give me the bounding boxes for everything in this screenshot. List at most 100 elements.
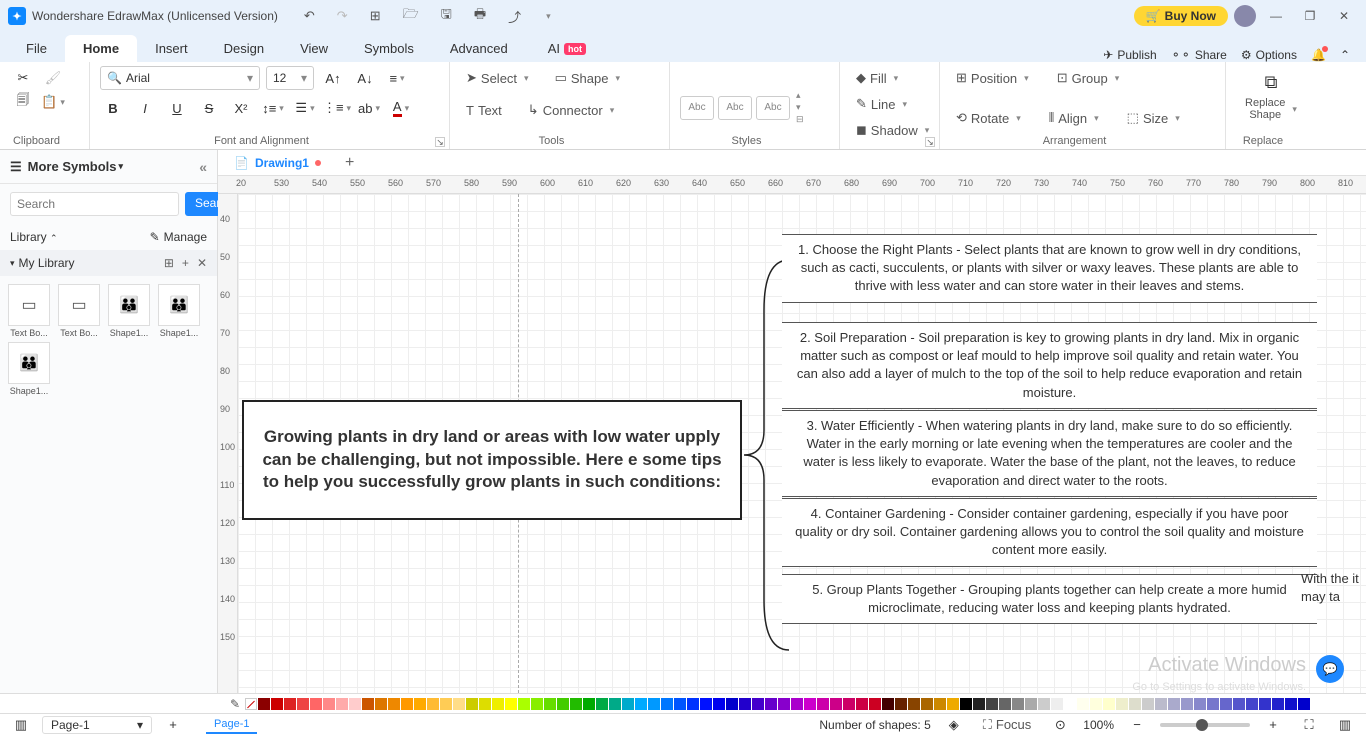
cut-button[interactable]: ✂	[10, 66, 36, 90]
collapse-sidebar-button[interactable]: «	[199, 159, 207, 175]
color-swatch[interactable]	[700, 698, 712, 710]
paste-button[interactable]: 📋	[40, 90, 66, 114]
color-swatch[interactable]	[986, 698, 998, 710]
color-swatch[interactable]	[557, 698, 569, 710]
color-swatch[interactable]	[479, 698, 491, 710]
color-swatch[interactable]	[1051, 698, 1063, 710]
color-swatch[interactable]	[1220, 698, 1232, 710]
color-swatch[interactable]	[713, 698, 725, 710]
styles-more-button[interactable]: ⊟	[796, 114, 804, 125]
tip-box-3[interactable]: 3. Water Efficiently - When watering pla…	[782, 410, 1317, 497]
presentation-button[interactable]: ▥	[1332, 713, 1358, 737]
new-button[interactable]: ⊞	[364, 1, 387, 31]
export-button[interactable]: ⤴	[502, 1, 527, 31]
color-swatch[interactable]	[687, 698, 699, 710]
style-preset-2[interactable]: Abc	[718, 96, 752, 120]
color-swatch[interactable]	[583, 698, 595, 710]
rotate-button[interactable]: ⟲ Rotate	[950, 106, 1027, 130]
color-swatch[interactable]	[921, 698, 933, 710]
focus-mode-button[interactable]: ⛶ Focus	[977, 713, 1038, 737]
menu-symbols[interactable]: Symbols	[346, 35, 432, 62]
color-swatch[interactable]	[804, 698, 816, 710]
font-name-select[interactable]: 🔍Arial▾	[100, 66, 260, 90]
color-swatch[interactable]	[1233, 698, 1245, 710]
shape-thumb[interactable]: ▭Text Bo...	[6, 284, 52, 338]
color-swatch[interactable]	[544, 698, 556, 710]
bullets-button[interactable]: ☰	[292, 96, 318, 120]
fill-button[interactable]: ◆ Fill	[850, 66, 929, 90]
style-preset-1[interactable]: Abc	[680, 96, 714, 120]
position-button[interactable]: ⊞ Position	[950, 66, 1035, 90]
italic-button[interactable]: I	[132, 96, 158, 120]
strike-button[interactable]: S	[196, 96, 222, 120]
shadow-button[interactable]: ◼ Shadow	[850, 118, 929, 142]
my-library-header[interactable]: ▾My Library ⊞ + ✕	[0, 250, 217, 276]
color-swatch[interactable]	[349, 698, 361, 710]
copy-button[interactable]: 🗐	[10, 90, 36, 114]
menu-file[interactable]: File	[8, 35, 65, 62]
document-tab[interactable]: 📄 Drawing1	[224, 153, 331, 173]
color-swatch[interactable]	[1025, 698, 1037, 710]
color-swatch[interactable]	[1259, 698, 1271, 710]
close-button[interactable]: ✕	[1330, 9, 1358, 23]
user-avatar[interactable]	[1234, 5, 1256, 27]
menu-home[interactable]: Home	[65, 35, 137, 62]
color-swatch[interactable]	[401, 698, 413, 710]
menu-insert[interactable]: Insert	[137, 35, 206, 62]
color-swatch[interactable]	[830, 698, 842, 710]
lib-add-button[interactable]: +	[182, 256, 189, 270]
text-tool-button[interactable]: T Text	[460, 99, 508, 122]
color-swatch[interactable]	[1090, 698, 1102, 710]
styles-down-button[interactable]: ▾	[796, 102, 804, 113]
notifications-button[interactable]: 🔔	[1311, 48, 1326, 62]
line-spacing-button[interactable]: ↕≡	[260, 96, 286, 120]
align-shapes-button[interactable]: ⫴ Align	[1043, 106, 1105, 130]
color-swatch[interactable]	[622, 698, 634, 710]
color-swatch[interactable]	[1155, 698, 1167, 710]
menu-advanced[interactable]: Advanced	[432, 35, 526, 62]
shape-thumb[interactable]: 👪Shape1...	[156, 284, 202, 338]
highlight-button[interactable]: ab	[356, 96, 382, 120]
format-painter-button[interactable]: 🖌	[40, 66, 66, 90]
styles-up-button[interactable]: ▴	[796, 90, 804, 101]
tip-box-4[interactable]: 4. Container Gardening - Consider contai…	[782, 498, 1317, 567]
fit-page-button[interactable]: ⛶	[1296, 713, 1322, 737]
undo-button[interactable]: ↶	[298, 1, 321, 31]
color-swatch[interactable]	[336, 698, 348, 710]
options-button[interactable]: ⚙Options	[1241, 48, 1297, 62]
shape-thumb[interactable]: 👪Shape1...	[106, 284, 152, 338]
no-color-swatch[interactable]	[245, 698, 257, 710]
font-expand-button[interactable]: ↘	[435, 137, 445, 147]
page-select[interactable]: Page-1▾	[42, 716, 152, 734]
color-swatch[interactable]	[726, 698, 738, 710]
size-button[interactable]: ⬚ Size	[1121, 106, 1186, 130]
zoom-out-button[interactable]: −	[1124, 713, 1150, 737]
canvas-body[interactable]: 405060708090100110120130140150 Growing p…	[218, 194, 1366, 693]
color-swatch[interactable]	[427, 698, 439, 710]
color-swatch[interactable]	[1077, 698, 1089, 710]
color-swatch[interactable]	[791, 698, 803, 710]
color-swatch[interactable]	[999, 698, 1011, 710]
color-swatch[interactable]	[1103, 698, 1115, 710]
font-size-select[interactable]: 12▾	[266, 66, 314, 90]
color-swatch[interactable]	[271, 698, 283, 710]
color-swatch[interactable]	[1207, 698, 1219, 710]
select-tool-button[interactable]: ➤ Select	[460, 66, 535, 90]
color-swatch[interactable]	[1116, 698, 1128, 710]
color-swatch[interactable]	[531, 698, 543, 710]
new-tab-button[interactable]: +	[337, 154, 362, 172]
color-swatch[interactable]	[661, 698, 673, 710]
open-button[interactable]: 🗁	[397, 1, 425, 31]
color-swatch[interactable]	[869, 698, 881, 710]
color-swatch[interactable]	[1298, 698, 1310, 710]
print-button[interactable]: 🖶	[468, 1, 492, 31]
decrease-font-button[interactable]: A↓	[352, 66, 378, 90]
zoom-reset-button[interactable]: ⊙	[1047, 713, 1073, 737]
pages-panel-button[interactable]: ▥	[8, 713, 34, 737]
color-swatch[interactable]	[1038, 698, 1050, 710]
color-swatch[interactable]	[1285, 698, 1297, 710]
replace-shape-button[interactable]: Replace Shape	[1239, 93, 1303, 125]
color-swatch[interactable]	[1168, 698, 1180, 710]
color-swatch[interactable]	[843, 698, 855, 710]
color-swatch[interactable]	[973, 698, 985, 710]
